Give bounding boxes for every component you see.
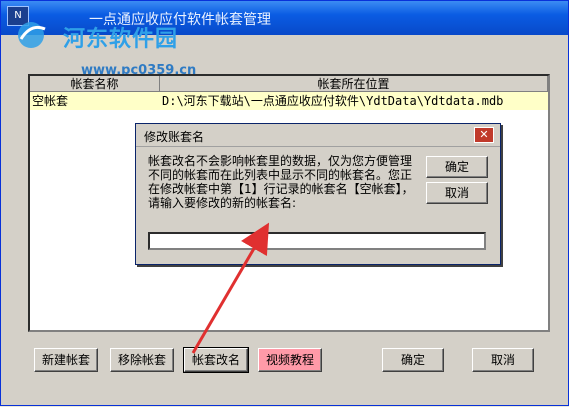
dialog-cancel-button[interactable]: 取消 [426,182,488,204]
cell-account-name: 空帐套 [32,94,69,108]
video-tutorial-button[interactable]: 视频教程 [258,348,322,372]
new-account-button[interactable]: 新建帐套 [34,348,98,372]
cell-account-path: D:\河东下载站\一点通应收应付软件\YdtData\Ydtdata.mdb [162,94,504,108]
remove-account-button[interactable]: 移除帐套 [110,348,174,372]
title-bar[interactable]: N 一点通应收应付软件帐套管理 [1,1,568,35]
app-icon: N [7,6,29,26]
dialog-title: 修改账套名 [144,130,205,144]
dialog-ok-button[interactable]: 确定 [426,156,488,178]
column-header-location[interactable]: 帐套所在位置 [160,76,548,92]
rename-dialog: 修改账套名 ✕ 帐套改名不会影响帐套里的数据，仅为您方便管理不同的帐套而在此列表… [135,123,501,265]
cancel-button[interactable]: 取消 [472,348,534,372]
main-window: N 一点通应收应付软件帐套管理 河东软件园 www.pc0359.cn 帐套名称… [0,0,569,406]
dialog-message: 帐套改名不会影响帐套里的数据，仅为您方便管理不同的帐套而在此列表中显示不同的帐套… [148,154,414,210]
column-header-name[interactable]: 帐套名称 [30,76,160,92]
ok-button[interactable]: 确定 [382,348,444,372]
dialog-title-bar[interactable]: 修改账套名 ✕ [136,124,500,147]
close-icon[interactable]: ✕ [474,127,494,143]
table-row[interactable]: 空帐套 D:\河东下载站\一点通应收应付软件\YdtData\Ydtdata.m… [30,92,548,110]
new-account-name-input[interactable] [148,232,486,250]
rename-account-button[interactable]: 帐套改名 [183,347,249,373]
window-title: 一点通应收应付软件帐套管理 [89,12,271,28]
